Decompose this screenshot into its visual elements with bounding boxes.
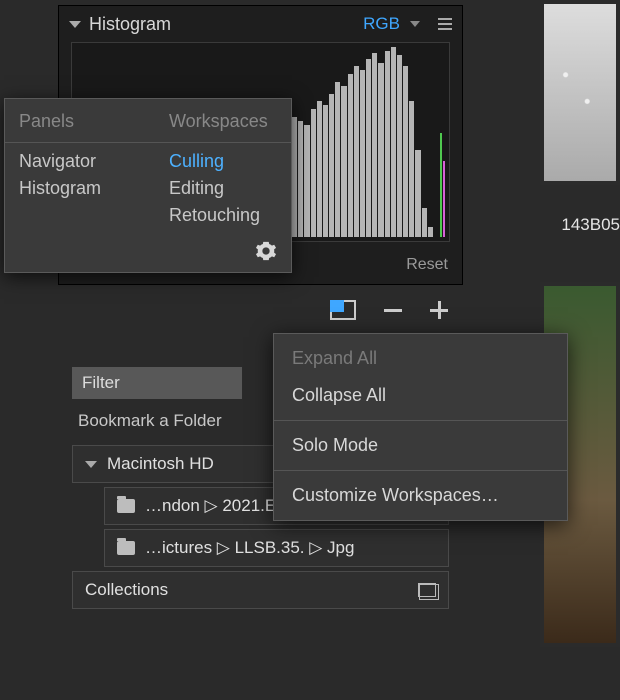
collapse-all-icon[interactable] — [384, 309, 402, 312]
histogram-bar — [360, 70, 365, 237]
histogram-bar — [323, 105, 328, 237]
folder-row[interactable]: …ictures ▷ LLSB.35. ▷ Jpg — [104, 529, 449, 567]
histogram-bar — [378, 63, 383, 237]
folder-toolbar — [330, 300, 448, 320]
disclosure-triangle-icon[interactable] — [69, 21, 81, 28]
collections-row[interactable]: Collections — [72, 571, 449, 609]
histogram-bar — [409, 101, 414, 237]
chevron-down-icon[interactable] — [410, 21, 420, 27]
histogram-bar — [348, 74, 353, 237]
collections-label: Collections — [85, 580, 168, 600]
menu-item-collapse-all[interactable]: Collapse All — [274, 377, 567, 414]
histogram-title: Histogram — [89, 14, 355, 35]
workspace-item-editing[interactable]: Editing — [169, 178, 260, 199]
window-layout-icon[interactable] — [330, 300, 356, 320]
histogram-bar — [385, 51, 390, 237]
header-workspaces: Workspaces — [155, 99, 280, 142]
histogram-bar — [391, 47, 396, 237]
workspace-item-retouching[interactable]: Retouching — [169, 205, 260, 226]
volume-label: Macintosh HD — [107, 454, 214, 474]
histogram-bar — [304, 125, 309, 237]
histogram-bar — [292, 117, 297, 237]
histogram-bar — [341, 86, 346, 237]
folder-icon — [117, 541, 135, 555]
panel-item-navigator[interactable]: Navigator — [19, 151, 141, 172]
popover-header: Panels Workspaces — [5, 99, 291, 143]
panels-workspaces-popover: Panels Workspaces Navigator Histogram Cul… — [4, 98, 292, 273]
gear-icon[interactable] — [255, 240, 277, 262]
histogram-bar — [422, 208, 427, 237]
workspaces-column: Culling Editing Retouching — [155, 143, 274, 240]
histogram-bar — [372, 53, 377, 237]
histogram-bar — [397, 55, 402, 237]
workspace-item-culling[interactable]: Culling — [169, 151, 260, 172]
expand-all-icon[interactable] — [430, 301, 448, 319]
histogram-bar — [311, 109, 316, 237]
menu-item-expand-all: Expand All — [274, 340, 567, 377]
menu-separator — [274, 470, 567, 471]
histogram-bar — [354, 66, 359, 237]
magenta-clip-indicator — [443, 161, 445, 237]
thumbnail-1-label: 143B05 — [561, 215, 620, 235]
green-clip-indicator — [440, 133, 442, 238]
panel-menu-icon[interactable] — [438, 18, 452, 30]
histogram-bar — [329, 94, 334, 237]
panel-context-menu: Expand AllCollapse All Solo Mode Customize… — [273, 333, 568, 521]
histogram-bar — [335, 82, 340, 237]
menu-item-solo-mode[interactable]: Solo Mode — [274, 427, 567, 464]
disclosure-triangle-icon[interactable] — [85, 461, 97, 468]
thumbnail-1[interactable] — [540, 0, 620, 185]
header-panels: Panels — [5, 99, 155, 142]
panel-item-histogram[interactable]: Histogram — [19, 178, 141, 199]
panels-column: Navigator Histogram — [5, 143, 155, 240]
histogram-bar — [317, 101, 322, 237]
histogram-bar — [298, 121, 303, 237]
histogram-bar — [403, 66, 408, 237]
histogram-mode-select[interactable]: RGB — [363, 14, 400, 34]
menu-item-customize-workspaces[interactable]: Customize Workspaces… — [274, 477, 567, 514]
histogram-reset-button[interactable]: Reset — [406, 256, 448, 274]
menu-separator — [274, 420, 567, 421]
histogram-header: Histogram RGB — [59, 6, 462, 42]
folder-icon — [117, 499, 135, 513]
filter-input[interactable]: Filter — [72, 367, 242, 399]
folder-path-label: …ictures ▷ LLSB.35. ▷ Jpg — [145, 538, 354, 558]
stack-icon[interactable] — [418, 583, 436, 597]
histogram-bar — [366, 59, 371, 237]
histogram-bar — [415, 150, 420, 237]
histogram-bar — [428, 227, 433, 237]
